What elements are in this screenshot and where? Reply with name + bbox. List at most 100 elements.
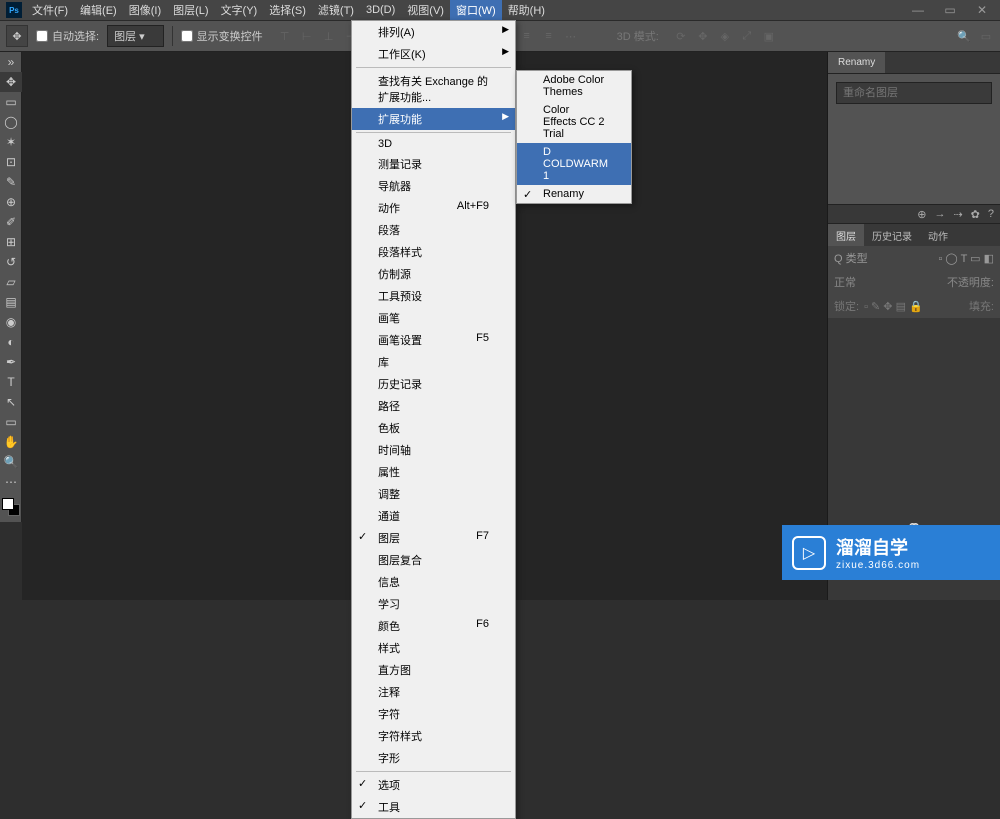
heal-tool[interactable]: ⊕ (0, 192, 22, 212)
menu-item[interactable]: 路径 (352, 395, 515, 417)
menu-item[interactable]: 工作区(K)▶ (352, 43, 515, 65)
gear-icon[interactable]: ✿ (971, 208, 980, 221)
menu-type[interactable]: 文字(Y) (215, 0, 264, 20)
menu-item[interactable]: 画笔 (352, 307, 515, 329)
menu-item[interactable]: 图层复合 (352, 549, 515, 571)
pen-tool[interactable]: ✒ (0, 352, 22, 372)
menu-item[interactable]: 字形 (352, 747, 515, 769)
menu-item[interactable]: 时间轴 (352, 439, 515, 461)
menu-item[interactable]: 图层F7✓ (352, 527, 515, 549)
arrow2-icon[interactable]: ⇢ (953, 208, 962, 221)
menu-item[interactable]: 通道 (352, 505, 515, 527)
locate-icon[interactable]: ⊕ (917, 208, 926, 221)
path-tool[interactable]: ↖ (0, 392, 22, 412)
menu-window[interactable]: 窗口(W) (450, 0, 502, 20)
blur-tool[interactable]: ◉ (0, 312, 22, 332)
menu-item[interactable]: 调整 (352, 483, 515, 505)
menu-view[interactable]: 视图(V) (401, 0, 450, 20)
menu-layer[interactable]: 图层(L) (167, 0, 214, 20)
move-tool[interactable]: ✥ (0, 72, 22, 92)
submenu-item[interactable]: Adobe Color Themes (517, 71, 631, 101)
brush-tool[interactable]: ✐ (0, 212, 22, 232)
menu-item[interactable]: 颜色F6 (352, 615, 515, 637)
menu-item[interactable]: 库 (352, 351, 515, 373)
menu-item[interactable]: 色板 (352, 417, 515, 439)
orbit-icon[interactable]: ⟳ (673, 28, 689, 44)
slide-icon[interactable]: ◈ (717, 28, 733, 44)
type-tool[interactable]: T (0, 372, 22, 392)
menu-file[interactable]: 文件(F) (26, 0, 74, 20)
menu-item[interactable]: 选项✓ (352, 774, 515, 796)
eraser-tool[interactable]: ▱ (0, 272, 22, 292)
edit-toolbar-icon[interactable]: ⋯ (0, 472, 22, 492)
menu-item[interactable]: 排列(A)▶ (352, 21, 515, 43)
menu-item[interactable]: 画笔设置F5 (352, 329, 515, 351)
tab-history[interactable]: 历史记录 (864, 224, 920, 246)
menu-item[interactable]: 导航器 (352, 175, 515, 197)
wand-tool[interactable]: ✶ (0, 132, 22, 152)
tab-actions[interactable]: 动作 (920, 224, 956, 246)
shape-tool[interactable]: ▭ (0, 412, 22, 432)
hand-tool[interactable]: ✋ (0, 432, 22, 452)
tab-layers[interactable]: 图层 (828, 224, 864, 246)
crop-tool[interactable]: ⊡ (0, 152, 22, 172)
lock-icons[interactable]: ▫ ✎ ✥ ▤ 🔒 (864, 300, 923, 313)
menu-item[interactable]: 动作Alt+F9 (352, 197, 515, 219)
window-close-icon[interactable]: ✕ (966, 0, 998, 20)
gradient-tool[interactable]: ▤ (0, 292, 22, 312)
eyedropper-tool[interactable]: ✎ (0, 172, 22, 192)
menu-filter[interactable]: 滤镜(T) (312, 0, 360, 20)
menu-3d[interactable]: 3D(D) (360, 0, 401, 20)
tab-renamy[interactable]: Renamy (828, 52, 885, 73)
menu-item[interactable]: 字符样式 (352, 725, 515, 747)
renamy-input[interactable] (836, 82, 992, 104)
menu-item[interactable]: 信息 (352, 571, 515, 593)
lasso-tool[interactable]: ◯ (0, 112, 22, 132)
distribute-icon[interactable]: ≡ (541, 28, 557, 44)
marquee-tool[interactable]: ▭ (0, 92, 22, 112)
search-icon[interactable]: 🔍 (956, 28, 972, 44)
align-bottom-icon[interactable]: ⊥ (321, 28, 337, 44)
menu-item[interactable]: 学习 (352, 593, 515, 615)
menu-item[interactable]: 段落样式 (352, 241, 515, 263)
menu-item[interactable]: 工具✓ (352, 796, 515, 818)
menu-item[interactable]: 注释 (352, 681, 515, 703)
menu-item[interactable]: 属性 (352, 461, 515, 483)
pan-icon[interactable]: ✥ (695, 28, 711, 44)
camera-icon[interactable]: ▣ (761, 28, 777, 44)
menu-item[interactable]: 3D (352, 135, 515, 153)
move-tool-icon[interactable]: ✥ (6, 25, 28, 47)
color-swatches[interactable] (2, 498, 20, 516)
menu-item[interactable]: 扩展功能▶ (352, 108, 515, 130)
scale3d-icon[interactable]: ⤢ (739, 28, 755, 44)
dodge-tool[interactable]: ◐ (0, 332, 22, 352)
zoom-tool[interactable]: 🔍 (0, 452, 22, 472)
menu-item[interactable]: 工具预设 (352, 285, 515, 307)
align-middle-icon[interactable]: ⊢ (299, 28, 315, 44)
submenu-item[interactable]: Color Effects CC 2 Trial (517, 101, 631, 143)
arrow-icon[interactable]: → (934, 208, 945, 220)
distribute-icon[interactable]: ≡ (519, 28, 535, 44)
auto-select-checkbox[interactable]: 自动选择: (36, 28, 99, 44)
align-top-icon[interactable]: ⊤ (277, 28, 293, 44)
history-brush-tool[interactable]: ↺ (0, 252, 22, 272)
menu-item[interactable]: 直方图 (352, 659, 515, 681)
workspace-icon[interactable]: ▭ (978, 28, 994, 44)
menu-item[interactable]: 样式 (352, 637, 515, 659)
collapse-icon[interactable]: » (0, 52, 22, 72)
menu-item[interactable]: 字符 (352, 703, 515, 725)
menu-item[interactable]: 测量记录 (352, 153, 515, 175)
window-minimize-icon[interactable]: — (902, 0, 934, 20)
submenu-item[interactable]: Renamy✓ (517, 185, 631, 203)
submenu-item[interactable]: D COLDWARM 1 (517, 143, 631, 185)
menu-item[interactable]: 仿制源 (352, 263, 515, 285)
menu-image[interactable]: 图像(I) (123, 0, 167, 20)
show-transform-checkbox[interactable]: 显示变换控件 (181, 28, 263, 44)
menu-help[interactable]: 帮助(H) (502, 0, 551, 20)
auto-select-target[interactable]: 图层 ▾ (107, 25, 164, 47)
menu-item[interactable]: 历史记录 (352, 373, 515, 395)
menu-edit[interactable]: 编辑(E) (74, 0, 123, 20)
stamp-tool[interactable]: ⊞ (0, 232, 22, 252)
menu-select[interactable]: 选择(S) (263, 0, 312, 20)
more-icon[interactable]: ⋯ (563, 28, 579, 44)
